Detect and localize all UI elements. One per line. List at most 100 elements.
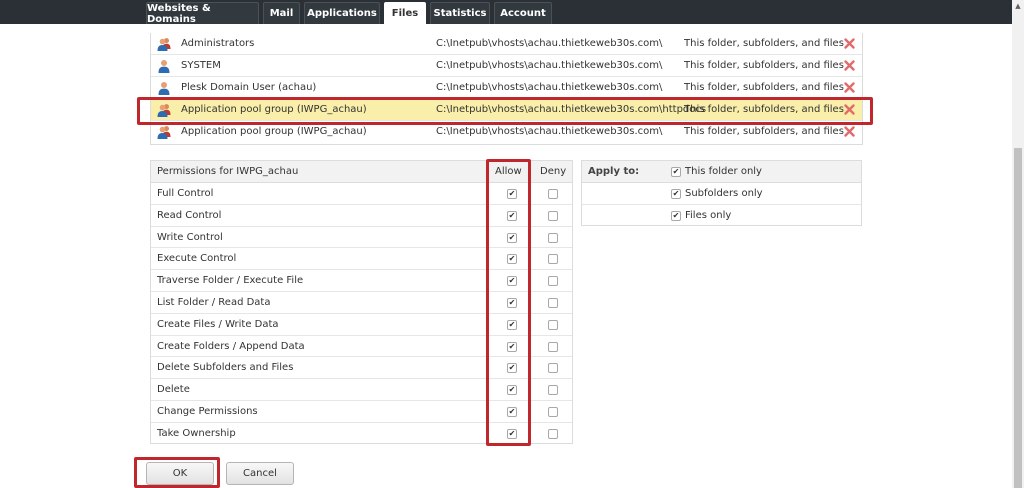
subfolders-checkbox[interactable]: ✔ [671, 189, 681, 199]
user-path: C:\Inetpub\vhosts\achau.thietkeweb30s.co… [436, 126, 663, 137]
user-row-administrators[interactable]: Administrators C:\Inetpub\vhosts\achau.t… [151, 33, 862, 55]
permission-label: Take Ownership [157, 427, 236, 439]
deny-checkbox[interactable] [548, 254, 558, 265]
files-label: Files only [685, 210, 732, 221]
user-row-app-pool-httpdocs[interactable]: Application pool group (IWPG_achau) C:\I… [151, 99, 862, 121]
permissions-header: Permissions for IWPG_achau Allow Deny [151, 161, 572, 183]
user-row-app-pool-root[interactable]: Application pool group (IWPG_achau) C:\I… [151, 121, 862, 143]
delete-icon[interactable] [843, 125, 856, 138]
deny-column-header: Deny [540, 166, 567, 177]
tab-mail[interactable]: Mail [263, 2, 300, 24]
permission-row: Create Files / Write Data ✔ [151, 314, 572, 336]
user-icon [157, 59, 171, 73]
allow-checkbox[interactable]: ✔ [507, 298, 517, 308]
permission-label: Traverse Folder / Execute File [157, 275, 304, 287]
deny-checkbox[interactable] [548, 189, 558, 199]
permissions-title: Permissions for IWPG_achau [157, 166, 299, 177]
allow-checkbox[interactable]: ✔ [507, 363, 517, 374]
top-nav-bar: Websites & Domains Mail Applications Fil… [0, 0, 1012, 25]
user-list: Administrators C:\Inetpub\vhosts\achau.t… [150, 33, 863, 145]
allow-checkbox[interactable]: ✔ [507, 254, 517, 265]
user-scope: This folder, subfolders, and files [684, 104, 844, 115]
user-icon [157, 81, 171, 95]
tab-account[interactable]: Account [494, 2, 552, 24]
permission-row: Create Folders / Append Data ✔ [151, 336, 572, 358]
permission-row: Write Control ✔ [151, 227, 572, 249]
user-row-plesk-domain-user[interactable]: Plesk Domain User (achau) C:\Inetpub\vho… [151, 77, 862, 99]
user-group-icon [157, 37, 171, 51]
user-name: Plesk Domain User (achau) [181, 82, 317, 93]
user-path: C:\Inetpub\vhosts\achau.thietkeweb30s.co… [436, 38, 663, 49]
deny-checkbox[interactable] [548, 363, 558, 374]
user-scope: This folder, subfolders, and files [684, 60, 844, 71]
deny-checkbox[interactable] [548, 232, 558, 243]
deny-checkbox[interactable] [548, 319, 558, 330]
user-name: Administrators [181, 38, 255, 49]
allow-checkbox[interactable]: ✔ [507, 428, 517, 439]
user-group-icon [157, 103, 171, 117]
apply-to-panel: Apply to: ✔ This folder only ✔ Subfolder… [581, 160, 862, 226]
deny-checkbox[interactable] [548, 210, 558, 221]
permission-row: Delete ✔ [151, 379, 572, 401]
permission-row: Traverse Folder / Execute File ✔ [151, 270, 572, 292]
apply-option-this-folder[interactable]: Apply to: ✔ This folder only [582, 161, 861, 183]
deny-checkbox[interactable] [548, 407, 558, 417]
this-folder-checkbox[interactable]: ✔ [671, 167, 681, 177]
scroll-up-icon[interactable]: ▲ [1012, 0, 1024, 12]
permissions-table: Permissions for IWPG_achau Allow Deny Fu… [150, 160, 573, 444]
apply-option-subfolders[interactable]: ✔ Subfolders only [582, 183, 861, 205]
permission-row: Delete Subfolders and Files ✔ [151, 357, 572, 380]
permission-row: List Folder / Read Data ✔ [151, 292, 572, 314]
allow-checkbox[interactable]: ✔ [507, 407, 517, 417]
apply-to-label: Apply to: [588, 166, 640, 177]
user-scope: This folder, subfolders, and files [684, 126, 844, 137]
user-name: SYSTEM [181, 60, 221, 71]
user-name: Application pool group (IWPG_achau) [181, 126, 367, 137]
permission-label: Delete [157, 384, 190, 396]
tab-statistics[interactable]: Statistics [430, 2, 490, 24]
deny-checkbox[interactable] [548, 428, 558, 439]
user-path: C:\Inetpub\vhosts\achau.thietkeweb30s.co… [436, 60, 663, 71]
delete-icon[interactable] [843, 81, 856, 94]
vertical-scrollbar[interactable]: ▲ [1012, 0, 1024, 488]
apply-option-files[interactable]: ✔ Files only [582, 205, 861, 227]
this-folder-label: This folder only [685, 166, 762, 177]
tab-applications[interactable]: Applications [304, 2, 380, 24]
scroll-thumb[interactable] [1014, 148, 1022, 488]
permission-label: Full Control [157, 188, 214, 199]
deny-checkbox[interactable] [548, 298, 558, 308]
permission-row: Read Control ✔ [151, 205, 572, 227]
delete-icon[interactable] [843, 37, 856, 50]
allow-checkbox[interactable]: ✔ [507, 319, 517, 330]
delete-icon[interactable] [843, 59, 856, 72]
permission-row: Full Control ✔ [151, 183, 572, 205]
user-name: Application pool group (IWPG_achau) [181, 104, 367, 115]
allow-checkbox[interactable]: ✔ [507, 232, 517, 243]
delete-icon[interactable] [843, 103, 856, 116]
deny-checkbox[interactable] [548, 341, 558, 352]
tab-files[interactable]: Files [384, 2, 426, 24]
tab-websites-domains[interactable]: Websites & Domains [146, 2, 259, 25]
ok-button[interactable]: OK [146, 462, 214, 485]
user-scope: This folder, subfolders, and files [684, 38, 844, 49]
cancel-button[interactable]: Cancel [226, 462, 294, 485]
permission-label: Write Control [157, 231, 223, 243]
allow-checkbox[interactable]: ✔ [507, 385, 517, 396]
permission-label: Execute Control [157, 253, 237, 265]
allow-checkbox[interactable]: ✔ [507, 210, 517, 221]
user-path: C:\Inetpub\vhosts\achau.thietkeweb30s.co… [436, 104, 707, 115]
permission-label: Create Files / Write Data [157, 318, 279, 330]
permission-label: Delete Subfolders and Files [157, 362, 294, 374]
deny-checkbox[interactable] [548, 385, 558, 396]
subfolders-label: Subfolders only [685, 188, 763, 199]
permission-row: Change Permissions ✔ [151, 401, 572, 423]
files-checkbox[interactable]: ✔ [671, 211, 681, 221]
allow-checkbox[interactable]: ✔ [507, 341, 517, 352]
permission-label: Read Control [157, 209, 222, 221]
deny-checkbox[interactable] [548, 276, 558, 287]
user-row-system[interactable]: SYSTEM C:\Inetpub\vhosts\achau.thietkewe… [151, 55, 862, 77]
allow-checkbox[interactable]: ✔ [507, 189, 517, 199]
allow-checkbox[interactable]: ✔ [507, 276, 517, 287]
permission-label: List Folder / Read Data [157, 297, 271, 308]
permission-row: Take Ownership ✔ [151, 423, 572, 445]
